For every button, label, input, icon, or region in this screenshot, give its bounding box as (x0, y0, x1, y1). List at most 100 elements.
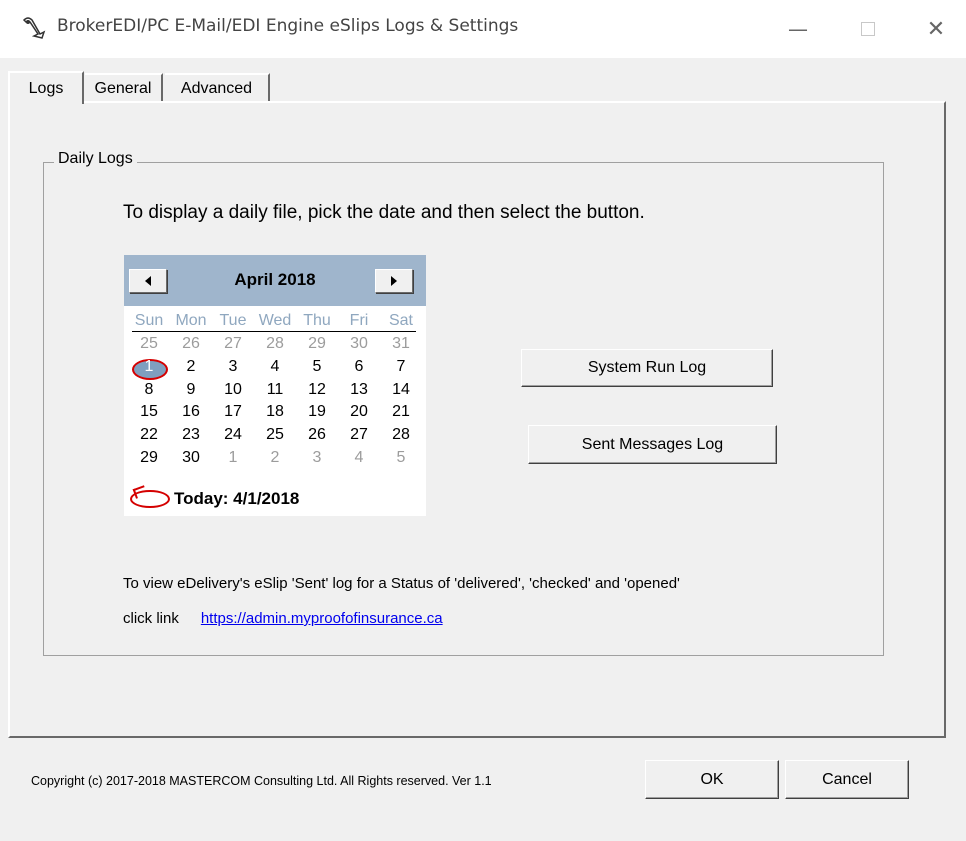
calendar-day-number: 26 (182, 335, 200, 352)
sent-messages-log-button[interactable]: Sent Messages Log (528, 425, 777, 464)
calendar-day[interactable]: 28 (254, 333, 296, 356)
app-icon (22, 17, 46, 39)
calendar-day[interactable]: 30 (170, 447, 212, 470)
calendar-day[interactable]: 27 (212, 333, 254, 356)
calendar-day-number: 25 (140, 335, 158, 352)
calendar-day[interactable]: 26 (296, 424, 338, 447)
calendar-day-number: 22 (140, 426, 158, 444)
calendar-day[interactable]: 3 (296, 447, 338, 470)
calendar-day[interactable]: 29 (128, 447, 170, 470)
calendar-day[interactable]: 18 (254, 401, 296, 424)
calendar-day-number: 26 (308, 426, 326, 444)
calendar-day[interactable]: 23 (170, 424, 212, 447)
calendar-day[interactable]: 25 (128, 333, 170, 356)
calendar-day-number: 16 (182, 403, 200, 421)
calendar-day-number: 18 (266, 403, 284, 421)
calendar-week: 8 9 10 11 12 13 14 (128, 379, 422, 402)
calendar-day[interactable]: 29 (296, 333, 338, 356)
daily-logs-group-label: Daily Logs (54, 150, 137, 168)
calendar-day[interactable]: 3 (212, 356, 254, 379)
calendar-day[interactable]: 26 (170, 333, 212, 356)
close-button[interactable]: ✕ (906, 0, 966, 58)
calendar-day-number: 25 (266, 426, 284, 444)
calendar-day[interactable]: 25 (254, 424, 296, 447)
day-header: Sat (388, 312, 413, 329)
minimize-button[interactable]: — (768, 0, 828, 58)
calendar-day[interactable]: 5 (296, 356, 338, 379)
calendar-day-number: 21 (392, 403, 410, 421)
calendar-day[interactable]: 30 (338, 333, 380, 356)
calendar-day-number: 2 (186, 357, 196, 375)
calendar-day[interactable]: 19 (296, 401, 338, 424)
day-header: Thu (303, 312, 331, 329)
calendar-day[interactable]: 16 (170, 401, 212, 424)
calendar-day[interactable]: 12 (296, 379, 338, 402)
calendar-week: 15 16 17 18 19 20 21 (128, 401, 422, 424)
calendar-day-number: 3 (228, 357, 238, 375)
calendar-week: 29 30 1 2 3 4 5 (128, 447, 422, 470)
calendar-day-number: 19 (308, 403, 326, 421)
today-label: Today: 4/1/2018 (174, 489, 300, 508)
calendar-day-number: 17 (224, 403, 242, 421)
calendar-day[interactable]: 10 (212, 379, 254, 402)
calendar-day[interactable]: 20 (338, 401, 380, 424)
calendar-day-number: 14 (392, 380, 410, 398)
calendar-day-number: 23 (182, 426, 200, 444)
cancel-button[interactable]: Cancel (785, 760, 909, 799)
calendar-day[interactable]: 31 (380, 333, 422, 356)
calendar-today-link[interactable]: Today: 4/1/2018 (130, 489, 299, 509)
calendar-day[interactable]: 8 (128, 379, 170, 402)
tab-advanced[interactable]: Advanced (165, 73, 270, 103)
calendar-day[interactable]: 6 (338, 356, 380, 379)
calendar-day[interactable]: 22 (128, 424, 170, 447)
copyright-text: Copyright (c) 2017-2018 MASTERCOM Consul… (31, 774, 492, 788)
calendar-day-number: 30 (182, 448, 200, 466)
calendar-day[interactable]: 2 (254, 447, 296, 470)
calendar-day-number: 5 (396, 448, 406, 466)
month-calendar[interactable]: April 2018 Sun Mon Tue Wed Thu Fri Sat 2… (124, 255, 426, 516)
calendar-header: April 2018 (124, 255, 426, 306)
maximize-icon (861, 22, 875, 36)
tab-logs[interactable]: Logs (8, 71, 84, 104)
calendar-next-button[interactable] (375, 269, 413, 293)
title-bar: BrokerEDI/PC E-Mail/EDI Engine eSlips Lo… (0, 0, 966, 58)
edelivery-note: To view eDelivery's eSlip 'Sent' log for… (123, 575, 680, 592)
calendar-day-number: 6 (354, 357, 364, 375)
calendar-day[interactable]: 28 (380, 424, 422, 447)
admin-link[interactable]: https://admin.myproofofinsurance.ca (201, 610, 443, 627)
maximize-button[interactable] (838, 0, 898, 58)
system-run-log-button[interactable]: System Run Log (521, 349, 773, 387)
calendar-day[interactable]: 17 (212, 401, 254, 424)
calendar-day-grid: 25 26 27 28 29 30 31 1 2 3 4 5 6 7 8 9 10 11 12 13 14 15 16 17 1… (128, 333, 422, 470)
calendar-day[interactable]: 1 (212, 447, 254, 470)
calendar-day[interactable]: 21 (380, 401, 422, 424)
calendar-day[interactable]: 13 (338, 379, 380, 402)
day-header: Tue (219, 312, 247, 329)
calendar-day[interactable]: 9 (170, 379, 212, 402)
calendar-day-number: 1 (228, 448, 238, 466)
calendar-day[interactable]: 1 (128, 356, 170, 380)
tab-general[interactable]: General (85, 73, 163, 103)
calendar-day[interactable]: 5 (380, 447, 422, 470)
calendar-day-number: 27 (224, 335, 242, 352)
calendar-prev-button[interactable] (129, 269, 167, 293)
calendar-day[interactable]: 14 (380, 379, 422, 402)
calendar-day[interactable]: 7 (380, 356, 422, 379)
calendar-day[interactable]: 4 (338, 447, 380, 470)
calendar-week: 1 2 3 4 5 6 7 (128, 356, 422, 380)
instructions-text: To display a daily file, pick the date a… (123, 202, 645, 223)
calendar-day-number: 4 (354, 448, 364, 466)
calendar-day[interactable]: 27 (338, 424, 380, 447)
ok-button[interactable]: OK (645, 760, 779, 799)
calendar-day[interactable]: 24 (212, 424, 254, 447)
arrow-right-icon (391, 276, 397, 286)
calendar-day[interactable]: 2 (170, 356, 212, 379)
calendar-day-number: 30 (350, 335, 368, 352)
calendar-day[interactable]: 15 (128, 401, 170, 424)
calendar-day[interactable]: 4 (254, 356, 296, 379)
window-title: BrokerEDI/PC E-Mail/EDI Engine eSlips Lo… (57, 16, 519, 36)
calendar-day-number: 20 (350, 403, 368, 421)
day-header: Fri (349, 312, 369, 329)
calendar-day[interactable]: 11 (254, 379, 296, 402)
calendar-day-number: 11 (266, 380, 284, 398)
